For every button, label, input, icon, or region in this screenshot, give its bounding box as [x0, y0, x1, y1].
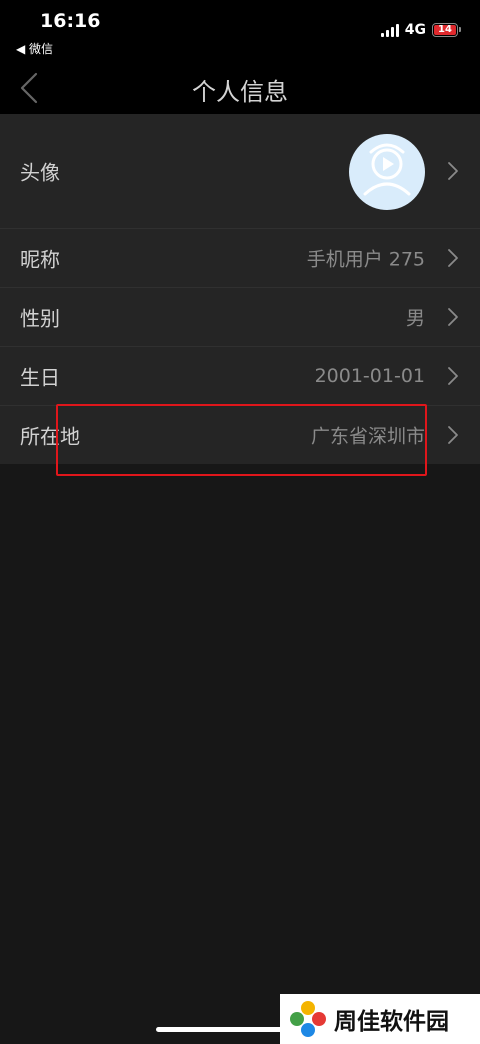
chevron-right-icon	[448, 249, 458, 267]
row-label: 性别	[20, 306, 60, 331]
row-nickname[interactable]: 昵称 手机用户 275	[0, 229, 480, 288]
highlight-box	[56, 404, 427, 476]
row-value: 手机用户 275	[306, 248, 425, 271]
row-label: 头像	[20, 160, 60, 185]
row-value: 2001-01-01	[314, 365, 425, 387]
signal-icon	[380, 23, 399, 37]
battery-icon: 14	[432, 23, 461, 37]
row-gender[interactable]: 性别 男	[0, 288, 480, 347]
back-to-app-link[interactable]: ◀ 微信	[16, 40, 53, 57]
row-avatar[interactable]: 头像	[0, 114, 480, 229]
page-title: 个人信息	[192, 78, 288, 106]
row-value: 男	[405, 307, 425, 330]
chevron-right-icon	[448, 426, 458, 444]
nav-bar: 个人信息	[0, 62, 480, 114]
row-label: 昵称	[20, 247, 60, 272]
battery-level: 14	[434, 25, 456, 35]
watermark: 周佳软件园	[280, 994, 480, 1044]
status-icons: 4G 14	[380, 22, 461, 38]
watermark-text: 周佳软件园	[334, 1009, 449, 1035]
network-type: 4G	[404, 22, 426, 38]
chevron-right-icon	[448, 367, 458, 385]
chevron-right-icon	[448, 162, 458, 180]
avatar-video-user-icon	[363, 143, 411, 196]
pinwheel-logo-icon	[290, 1001, 326, 1037]
row-birthday[interactable]: 生日 2001-01-01	[0, 347, 480, 406]
row-label: 生日	[20, 365, 60, 390]
chevron-right-icon	[448, 308, 458, 326]
avatar[interactable]	[349, 134, 425, 210]
status-bar: 16:16 ◀ 微信 4G 14	[0, 0, 480, 62]
status-time: 16:16	[40, 10, 101, 32]
